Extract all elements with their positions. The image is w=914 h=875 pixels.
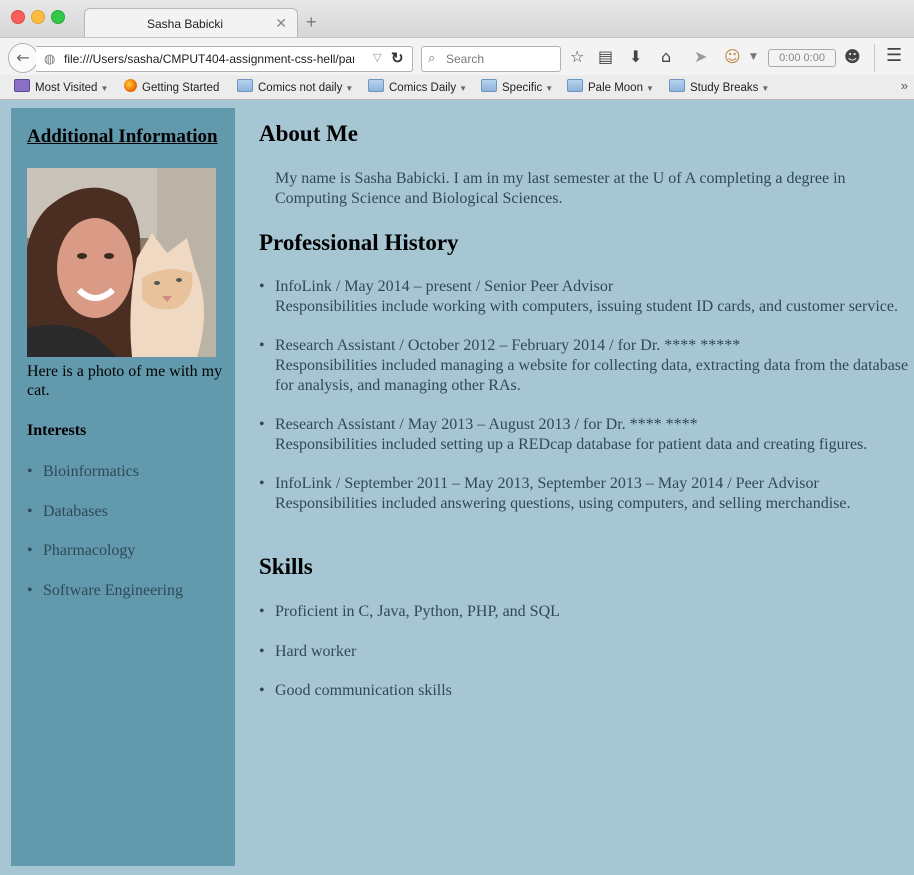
profile-photo	[27, 168, 216, 357]
list-item: Software Engineering	[27, 582, 183, 622]
bookmark-label: Comics not daily	[258, 82, 343, 94]
bookmark-study-breaks[interactable]: Study Breaks ▼	[669, 79, 769, 94]
bullet: •	[259, 643, 265, 660]
folder-icon	[368, 79, 384, 92]
history-heading: Professional History	[259, 230, 459, 255]
chevron-down-icon: ▼	[459, 84, 468, 93]
skills-heading: Skills	[259, 554, 313, 579]
bookmark-label: Getting Started	[142, 82, 220, 94]
reading-list-icon[interactable]: ▤	[598, 47, 613, 66]
bookmark-pale-moon[interactable]: Pale Moon ▼	[567, 79, 654, 94]
bullet: •	[259, 416, 265, 433]
bookmark-label: Specific	[502, 82, 543, 94]
job-description: Responsibilities included setting up a R…	[275, 436, 868, 453]
bookmarks-overflow-icon[interactable]: »	[901, 78, 908, 93]
globe-icon: ◍	[44, 51, 56, 66]
job-title: InfoLink / May 2014 – present / Senior P…	[275, 278, 614, 295]
bullet: •	[259, 337, 265, 354]
about-text: My name is Sasha Babicki. I am in my las…	[275, 170, 846, 207]
job-description: Responsibilities included answering ques…	[275, 495, 851, 512]
list-item: Databases	[27, 503, 183, 543]
menu-icon[interactable]: ☰	[886, 45, 902, 66]
home-icon[interactable]: ⌂	[661, 47, 671, 66]
title-bar: Sasha Babicki ✕ +	[0, 0, 914, 39]
addon-face-icon[interactable]: ☺	[724, 47, 741, 66]
folder-icon	[567, 79, 583, 92]
bookmarks-toolbar: Most Visited ▼ Getting Started Comics not…	[0, 75, 914, 100]
toolbar-divider	[874, 44, 875, 72]
chevron-down-icon: ▼	[100, 84, 109, 93]
bullet: •	[259, 475, 265, 492]
search-icon: ⌕	[428, 50, 436, 65]
interests-list: Bioinformatics Databases Pharmacology So…	[27, 463, 183, 621]
chat-icon[interactable]: ☻	[844, 47, 861, 66]
job-description: Responsibilities include working with co…	[275, 298, 898, 315]
folder-icon	[237, 79, 253, 92]
job-entry: • InfoLink / September 2011 – May 2013, …	[259, 474, 914, 514]
list-item: • Hard worker	[259, 642, 914, 662]
addon-dropdown-icon[interactable]: ▼	[750, 52, 757, 62]
bookmark-comics-not-daily[interactable]: Comics not daily ▼	[237, 79, 353, 94]
job-title: Research Assistant / October 2012 – Febr…	[275, 337, 741, 354]
tab-title: Sasha Babicki	[147, 17, 224, 31]
url-bar[interactable]: ◍ file:///Users/sasha/CMPUT404-assignmen…	[36, 46, 413, 72]
url-dropdown-icon[interactable]: ▽	[373, 51, 381, 64]
list-item: • Proficient in C, Java, Python, PHP, an…	[259, 602, 914, 622]
bookmark-label: Most Visited	[35, 82, 98, 94]
bookmark-getting-started[interactable]: Getting Started	[124, 79, 219, 94]
search-placeholder: Search	[446, 52, 485, 66]
chevron-down-icon: ▼	[345, 84, 354, 93]
bookmark-label: Pale Moon	[588, 82, 643, 94]
photo-caption: Here is a photo of me with my cat.	[27, 363, 223, 399]
tab-close-icon[interactable]: ✕	[275, 15, 287, 32]
bookmark-label: Study Breaks	[690, 82, 759, 94]
timer-display[interactable]: 0:00 0:00	[768, 49, 836, 67]
reload-icon[interactable]: ↻	[391, 49, 404, 67]
window-minimize-button[interactable]	[31, 10, 45, 24]
window-maximize-button[interactable]	[51, 10, 65, 24]
firefox-icon	[124, 79, 137, 92]
bookmark-most-visited[interactable]: Most Visited ▼	[14, 79, 108, 94]
job-title: Research Assistant / May 2013 – August 2…	[275, 416, 698, 433]
list-item: Bioinformatics	[27, 463, 183, 503]
about-heading: About Me	[259, 121, 359, 146]
job-entry: • Research Assistant / October 2012 – Fe…	[259, 336, 914, 396]
send-icon[interactable]: ➤	[694, 47, 707, 66]
skill-text: Good communication skills	[275, 682, 452, 699]
browser-tab[interactable]: Sasha Babicki ✕	[84, 8, 298, 39]
download-icon[interactable]: ⬇	[629, 47, 642, 66]
chevron-down-icon: ▼	[545, 84, 554, 93]
skill-text: Hard worker	[275, 643, 357, 660]
job-description: Responsibilities included managing a web…	[275, 357, 909, 394]
bookmark-specific[interactable]: Specific ▼	[481, 79, 553, 94]
url-text[interactable]: file:///Users/sasha/CMPUT404-assignment-…	[64, 52, 354, 66]
bookmark-label: Comics Daily	[389, 82, 457, 94]
chevron-down-icon: ▼	[761, 84, 770, 93]
list-item: • Good communication skills	[259, 681, 914, 701]
job-title: InfoLink / September 2011 – May 2013, Se…	[275, 475, 819, 492]
window-close-button[interactable]	[11, 10, 25, 24]
interests-heading: Interests	[27, 422, 87, 439]
sidebar: Additional Information Here is a photo o…	[11, 108, 235, 866]
new-tab-icon[interactable]: +	[306, 12, 317, 33]
skill-text: Proficient in C, Java, Python, PHP, and …	[275, 603, 560, 620]
bookmark-comics-daily[interactable]: Comics Daily ▼	[368, 79, 467, 94]
job-entry: • InfoLink / May 2014 – present / Senior…	[259, 277, 914, 317]
job-entry: • Research Assistant / May 2013 – August…	[259, 415, 914, 455]
folder-icon	[481, 79, 497, 92]
chevron-down-icon: ▼	[645, 84, 654, 93]
bullet: •	[259, 603, 265, 620]
search-input[interactable]: ⌕ Search	[421, 46, 561, 72]
bookmark-star-icon[interactable]: ☆	[570, 47, 584, 66]
navigation-toolbar: ← ◍ file:///Users/sasha/CMPUT404-assignm…	[0, 37, 914, 76]
bullet: •	[259, 682, 265, 699]
sidebar-heading: Additional Information	[27, 126, 218, 147]
list-item: Pharmacology	[27, 542, 183, 582]
bullet: •	[259, 278, 265, 295]
back-button[interactable]: ←	[8, 43, 38, 73]
most-visited-icon	[14, 79, 30, 92]
folder-icon	[669, 79, 685, 92]
